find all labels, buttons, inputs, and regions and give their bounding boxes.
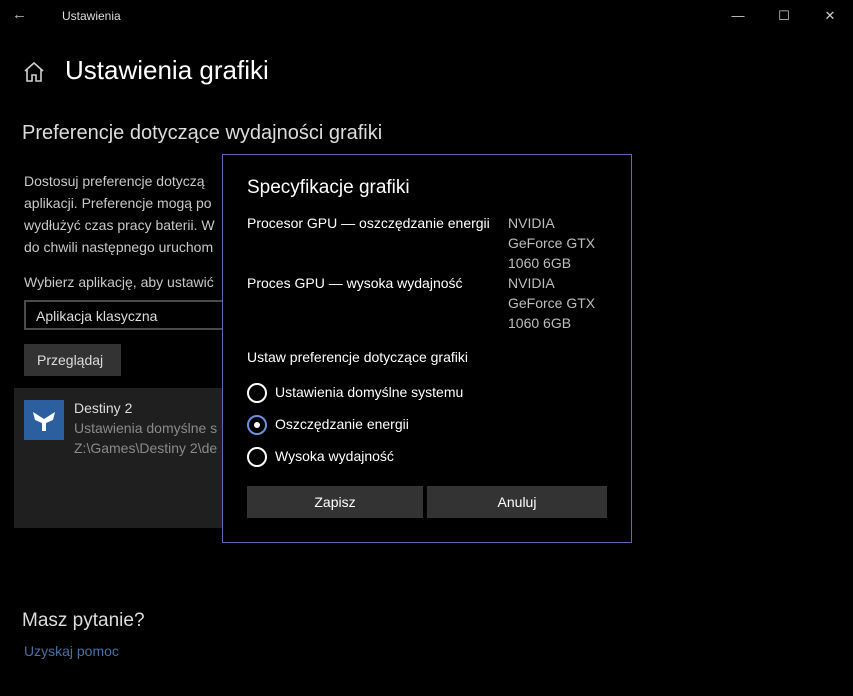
app-type-value: Aplikacja klasyczna — [36, 308, 158, 324]
description-line: do chwili następnego uruchom — [24, 239, 214, 255]
app-path: Z:\Games\Destiny 2\de — [74, 440, 218, 456]
home-icon[interactable] — [22, 60, 46, 84]
app-type-dropdown[interactable]: Aplikacja klasyczna — [24, 300, 244, 330]
cancel-button[interactable]: Anuluj — [427, 486, 607, 518]
spec-value-line: GeForce GTX — [508, 235, 596, 251]
spec-value-line: 1060 6GB — [508, 255, 572, 271]
graphics-spec-dialog: Specyfikacje grafiki Procesor GPU — oszc… — [222, 154, 632, 543]
title-bar: ← Ustawienia — ☐ ✕ — [0, 0, 853, 32]
spec-high-performance-label: Proces GPU — wysoka wydajność — [247, 275, 463, 291]
maximize-button[interactable]: ☐ — [761, 0, 807, 32]
app-list-item[interactable]: Destiny 2 Ustawienia domyślne s Z:\Games… — [14, 388, 224, 528]
radio-circle-checked[interactable] — [247, 415, 267, 435]
save-button[interactable]: Zapisz — [247, 486, 423, 518]
page-title: Ustawienia grafiki — [65, 55, 269, 85]
settings-window: ← Ustawienia — ☐ ✕ Ustawienia grafiki Pr… — [0, 0, 853, 696]
radio-selected-dot — [254, 422, 260, 428]
browse-button-label: Przeglądaj — [37, 352, 104, 368]
spec-value-line: NVIDIA — [508, 215, 555, 231]
description: Dostosuj preferencje dotyczą aplikacji. … — [24, 170, 224, 258]
radio-circle[interactable] — [247, 383, 267, 403]
spec-value-line: 1060 6GB — [508, 315, 572, 331]
radio-circle[interactable] — [247, 447, 267, 467]
description-line: aplikacji. Preferencje mogą po — [24, 195, 212, 211]
app-name: Destiny 2 — [74, 400, 133, 416]
spec-power-saving-value: NVIDIA GeForce GTX 1060 6GB — [508, 213, 595, 273]
description-line: wydłużyć czas pracy baterii. W — [24, 217, 215, 233]
description-line: Dostosuj preferencje dotyczą — [24, 173, 205, 189]
spec-high-performance-value: NVIDIA GeForce GTX 1060 6GB — [508, 273, 595, 333]
destiny-app-icon — [24, 400, 64, 440]
spec-value-line: NVIDIA — [508, 275, 555, 291]
radio-label: Ustawienia domyślne systemu — [275, 384, 464, 400]
minimize-button[interactable]: — — [715, 0, 761, 32]
back-arrow-icon[interactable]: ← — [12, 6, 36, 26]
app-setting: Ustawienia domyślne s — [74, 420, 218, 436]
spec-power-saving-label: Procesor GPU — oszczędzanie energii — [247, 215, 490, 231]
spec-value-line: GeForce GTX — [508, 295, 596, 311]
radio-label: Wysoka wydajność — [275, 448, 394, 464]
radio-label: Oszczędzanie energii — [275, 416, 409, 432]
dialog-title: Specyfikacje grafiki — [247, 177, 410, 198]
faq-title: Masz pytanie? — [22, 610, 145, 631]
close-button[interactable]: ✕ — [807, 0, 853, 32]
browse-button[interactable]: Przeglądaj — [24, 344, 121, 376]
help-link[interactable]: Uzyskaj pomoc — [24, 643, 119, 659]
app-title: Ustawienia — [62, 9, 121, 23]
section-title: Preferencje dotyczące wydajności grafiki — [22, 122, 383, 144]
choose-app-label: Wybierz aplikację, aby ustawić — [24, 274, 214, 290]
preference-label: Ustaw preferencje dotyczące grafiki — [247, 349, 468, 365]
